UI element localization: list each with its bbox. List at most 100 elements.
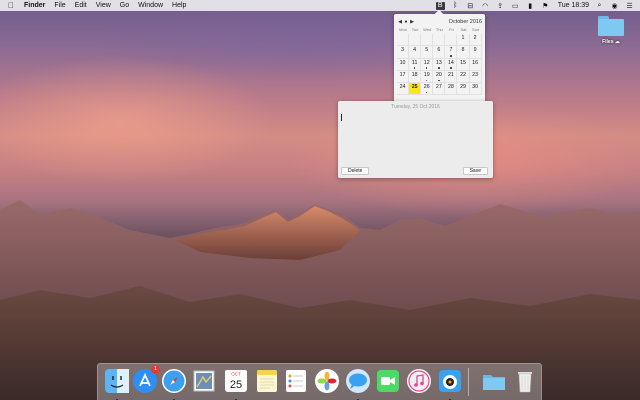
calendar-day-22[interactable]: 22 xyxy=(457,70,470,84)
menu-clock[interactable]: Tue 18:39 xyxy=(558,2,589,9)
calendar-day-19[interactable]: 19 xyxy=(421,70,434,84)
trash-icon[interactable] xyxy=(512,368,538,394)
status-area: B ᛒ ⊟ ◠ ⇪ ▭ ▮ ⚑ Tue 18:39 ⌕ ◉ ☰ xyxy=(435,0,634,11)
calendar-empty-cell xyxy=(397,34,410,47)
event-indicator xyxy=(450,67,452,69)
calendar-empty-cell xyxy=(433,34,446,47)
calendar-day-28[interactable]: 28 xyxy=(445,83,458,96)
siri-icon[interactable]: ◉ xyxy=(610,2,619,10)
calendar-day-11[interactable]: 11 xyxy=(409,58,422,71)
calendar-empty-cell xyxy=(445,34,458,47)
calendar-day-15[interactable]: 15 xyxy=(457,58,470,71)
weekday-label: Tue xyxy=(411,27,419,32)
battery-icon[interactable]: ▮ xyxy=(526,2,535,10)
calendar-day-14[interactable]: 14 xyxy=(445,58,458,71)
folder-icon xyxy=(598,16,624,36)
upload-icon[interactable]: ⇪ xyxy=(496,2,505,10)
calendar-grid: 1 2 3 4 5 6 7 8 9 10 11 12 13 14 15 16 17 18 19 20 21 22 23 24 2… xyxy=(397,34,482,96)
calendar-app-icon[interactable]: B xyxy=(435,1,445,10)
note-text-area[interactable] xyxy=(341,114,342,121)
calendar-day-6[interactable]: 6 xyxy=(433,46,446,59)
wifi-icon[interactable]: ◠ xyxy=(481,2,490,10)
messages-icon[interactable] xyxy=(345,368,371,400)
note-panel: Tuesday, 25 Oct 2016 Delete Save xyxy=(338,101,493,178)
calendar-day-4[interactable]: 4 xyxy=(409,46,422,59)
calendar-header: ◀ ● ▶ October 2016 xyxy=(397,18,482,25)
calendar-day-7[interactable]: 7 xyxy=(445,46,458,59)
airplay-icon[interactable]: ▭ xyxy=(511,2,520,10)
menu-edit[interactable]: Edit xyxy=(75,2,87,9)
calendar-day-18[interactable]: 18 xyxy=(409,70,422,84)
notification-center-icon[interactable]: ☰ xyxy=(625,2,634,10)
facetime-icon[interactable] xyxy=(375,368,401,394)
folder-icon[interactable] xyxy=(481,368,507,394)
finder-icon[interactable] xyxy=(104,368,130,400)
note-date-label: Tuesday, 25 Oct 2016 xyxy=(391,104,440,110)
calendar-day-5[interactable]: 5 xyxy=(421,46,434,59)
calendar-day-1[interactable]: 1 xyxy=(457,34,470,47)
menu-finder[interactable]: Finder xyxy=(24,2,45,9)
weekday-header: Mon Tue Wed Thu Fri Sat Sun xyxy=(397,27,482,32)
calendar-day-9[interactable]: 9 xyxy=(469,46,482,59)
calendar-day-2[interactable]: 2 xyxy=(469,34,482,47)
weekday-label: Mon xyxy=(399,27,407,32)
desktop-folder-files[interactable]: Files ☁ xyxy=(594,16,628,45)
calendar-day-30[interactable]: 30 xyxy=(469,83,482,96)
flag-icon[interactable]: ⚑ xyxy=(541,2,550,10)
calendar-icon[interactable]: OCT 25 xyxy=(223,368,249,400)
calendar-day-27[interactable]: 27 xyxy=(433,83,446,96)
dock-separator xyxy=(468,368,469,396)
calendar-day-26[interactable]: 26 xyxy=(421,83,434,96)
event-indicator xyxy=(425,91,428,94)
photos-icon[interactable] xyxy=(314,368,340,394)
event-indicator xyxy=(425,67,428,69)
reminders-icon[interactable] xyxy=(283,368,309,394)
weekday-label: Wed xyxy=(423,27,432,32)
event-indicator xyxy=(438,67,440,69)
calendar-icon-day: 25 xyxy=(230,379,242,391)
calendar-empty-cell xyxy=(409,34,422,47)
menu-window[interactable]: Window xyxy=(138,2,163,9)
delete-button[interactable]: Delete xyxy=(341,167,370,175)
menu-help[interactable]: Help xyxy=(172,2,186,9)
search-icon[interactable]: ⌕ xyxy=(595,2,604,10)
notes-icon[interactable] xyxy=(254,368,280,394)
calendar-day-17[interactable]: 17 xyxy=(397,70,410,84)
calendar-day-13[interactable]: 13 xyxy=(433,58,446,71)
apple-icon[interactable]:  xyxy=(8,1,18,10)
bluetooth-icon[interactable]: ᛒ xyxy=(451,2,460,10)
menu-file[interactable]: File xyxy=(54,2,65,9)
mail-icon[interactable] xyxy=(191,368,217,394)
notification-badge: 1 xyxy=(151,365,160,374)
dock: 1 OCT 25 xyxy=(97,363,542,400)
calendar-day-8[interactable]: 8 xyxy=(457,46,470,59)
itunes-icon[interactable] xyxy=(406,368,432,394)
calendar-day-21[interactable]: 21 xyxy=(445,70,458,84)
calendar-day-3[interactable]: 3 xyxy=(397,46,410,59)
calendar-day-29[interactable]: 29 xyxy=(457,83,470,96)
weekday-label: Sat xyxy=(460,27,467,32)
calendar-day-16[interactable]: 16 xyxy=(469,58,482,71)
calendar-day-12[interactable]: 12 xyxy=(421,58,434,71)
menu-view[interactable]: View xyxy=(96,2,111,9)
calendar-day-24[interactable]: 24 xyxy=(397,83,410,96)
calendar-icon-month: OCT xyxy=(231,372,241,377)
calendar-day-25[interactable]: 25 xyxy=(409,83,422,96)
weekday-label: Thu xyxy=(435,27,443,32)
calendar-day-20[interactable]: 20 xyxy=(433,70,446,84)
tweetbot-icon[interactable] xyxy=(437,368,463,400)
next-month-button[interactable]: ▶ xyxy=(409,19,415,25)
calendar-empty-cell xyxy=(421,34,434,47)
save-button[interactable]: Save xyxy=(462,167,488,175)
calendar-day-10[interactable]: 10 xyxy=(397,58,410,71)
menu-go[interactable]: Go xyxy=(120,2,129,9)
month-label: October 2016 xyxy=(448,18,482,25)
calendar-day-23[interactable]: 23 xyxy=(469,70,482,84)
safari-icon[interactable] xyxy=(161,368,187,400)
vpn-icon[interactable]: ⊟ xyxy=(466,2,475,10)
menu-bar:  Finder File Edit View Go Window Help B… xyxy=(0,0,640,11)
app-store-icon[interactable]: 1 xyxy=(132,365,160,394)
event-indicator xyxy=(425,79,428,82)
desktop-folder-label: Files ☁ xyxy=(602,39,620,45)
weekday-label: Fri xyxy=(449,27,454,32)
